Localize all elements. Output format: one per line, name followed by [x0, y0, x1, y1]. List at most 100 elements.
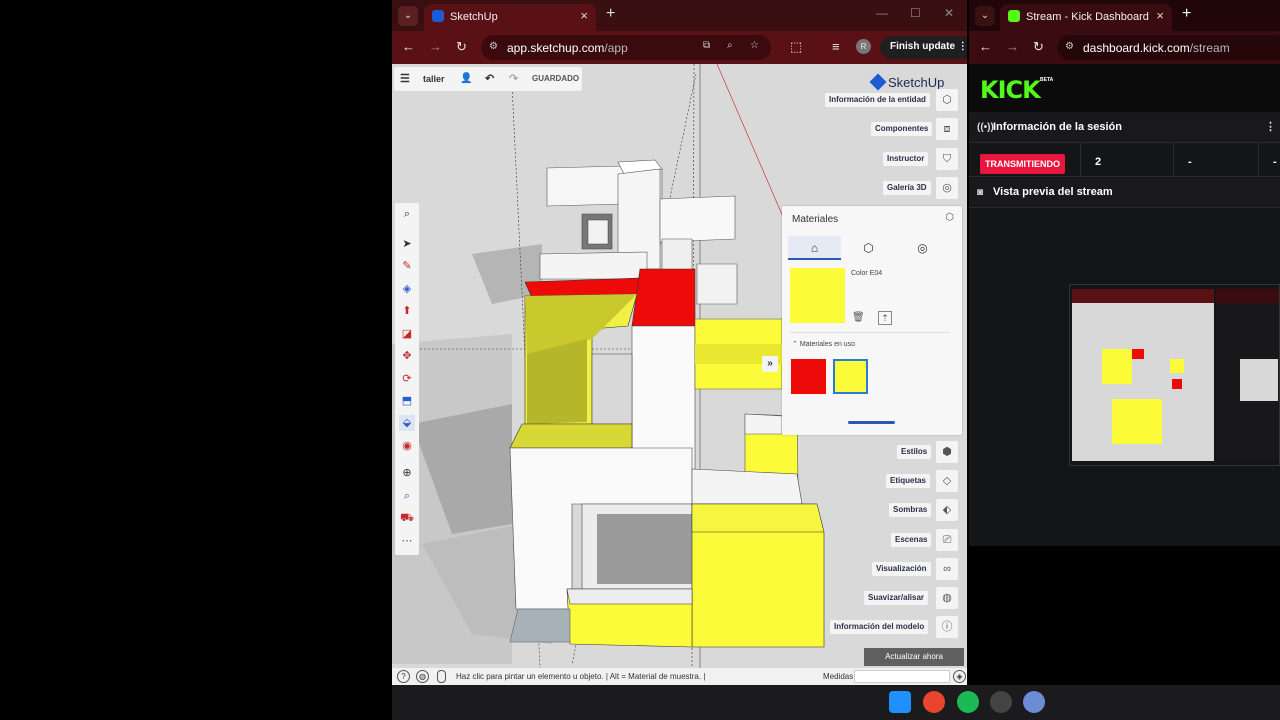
close-tab-icon[interactable]: ×	[580, 8, 588, 23]
tab-sketchup[interactable]: SketchUp ×	[424, 4, 596, 31]
instructor-label[interactable]: Instructor	[883, 152, 929, 166]
gallery-3d-icon[interactable]: ◎	[936, 177, 958, 199]
globe-icon[interactable]: ◍	[416, 670, 429, 683]
model-info-icon[interactable]: ⓘ	[936, 616, 958, 638]
live-status-badge: TRANSMITIENDO	[980, 154, 1065, 174]
zoom-tool-icon[interactable]: ⌕	[399, 488, 415, 504]
close-tab-icon[interactable]: ×	[1156, 8, 1164, 23]
pencil-tool-icon[interactable]: ✎	[399, 258, 415, 274]
scenes-icon[interactable]: ⎚	[936, 529, 958, 551]
reload-icon[interactable]: ↻	[456, 40, 467, 54]
address-bar[interactable]: ⚙ dashboard.kick.com/stream	[1057, 35, 1280, 60]
back-icon[interactable]: ←	[979, 40, 992, 54]
help-icon[interactable]: ?	[397, 670, 410, 683]
soften-label[interactable]: Suavizar/alisar	[864, 591, 929, 605]
materials-home-tab[interactable]: ⌂	[788, 236, 841, 260]
more-options-icon[interactable]: ⋮	[1265, 120, 1276, 133]
collapse-panel-button[interactable]: »	[762, 356, 778, 372]
address-bar[interactable]: ⚙ app.sketchup.com/app ⧉ ⌕ ☆	[481, 35, 771, 60]
undo-icon[interactable]: ↶	[485, 72, 494, 85]
kick-logo[interactable]: KICK	[980, 76, 1041, 104]
model-info-label[interactable]: Información del modelo	[830, 620, 929, 634]
materials-scrollbar[interactable]	[848, 421, 895, 424]
visualization-label[interactable]: Visualización	[872, 562, 931, 576]
push-pull-tool-icon[interactable]: ⬆	[399, 303, 415, 319]
user-icon[interactable]: 👤	[460, 73, 472, 84]
tab-title: SketchUp	[450, 11, 498, 23]
site-info-icon[interactable]: ⚙	[1065, 41, 1074, 52]
chrome-taskbar-icon[interactable]	[923, 691, 945, 713]
extensions-icon[interactable]: ⬚	[790, 40, 802, 54]
spotify-taskbar-icon[interactable]	[957, 691, 979, 713]
sketchup-viewport[interactable]: ☰ taller 👤 ↶ ↷ GUARDADO SketchUp ⌕ ➤ ✎ ◈…	[392, 64, 967, 668]
delete-material-icon[interactable]: 🗑	[852, 312, 865, 323]
tags-label[interactable]: Etiquetas	[886, 474, 931, 488]
update-now-button[interactable]: Actualizar ahora	[864, 648, 964, 666]
stream-preview-video[interactable]	[1069, 284, 1280, 466]
materials-panel-icon[interactable]: ⬡	[945, 212, 954, 223]
entity-info-label[interactable]: Información de la entidad	[825, 93, 930, 107]
selected-material-swatch[interactable]	[790, 268, 845, 323]
tape-tool-icon[interactable]: ◪	[399, 326, 415, 342]
eraser-tool-icon[interactable]: ◈	[399, 281, 415, 297]
profile-avatar[interactable]: R	[856, 39, 871, 54]
orbit-tool-icon[interactable]: ⊕	[399, 465, 415, 481]
scenes-label[interactable]: Escenas	[891, 533, 932, 547]
more-tools-icon[interactable]: ⋯	[399, 533, 415, 549]
close-window-icon[interactable]: ✕	[944, 6, 954, 20]
instructor-icon[interactable]: ⛉	[936, 148, 958, 170]
measurements-input[interactable]	[854, 670, 950, 683]
media-control-icon[interactable]: ≡	[832, 40, 840, 54]
bookmark-star-icon[interactable]: ☆	[750, 40, 759, 51]
section-tool-icon[interactable]: ◉	[399, 438, 415, 454]
rotate-tool-icon[interactable]: ⟳	[399, 371, 415, 387]
project-name[interactable]: taller	[423, 74, 445, 84]
forward-icon[interactable]: →	[1006, 40, 1019, 54]
new-tab-icon[interactable]: +	[1182, 5, 1191, 23]
scale-tool-icon[interactable]: ⬒	[399, 393, 415, 409]
materials-edit-tab[interactable]: ◎	[896, 236, 949, 260]
redo-icon[interactable]: ↷	[509, 72, 518, 85]
new-tab-icon[interactable]: +	[606, 5, 615, 23]
materials-browse-tab[interactable]: ⬡	[842, 236, 895, 260]
tab-kick-dashboard[interactable]: Stream - Kick Dashboard ×	[1000, 4, 1172, 31]
settings-taskbar-icon[interactable]	[1023, 691, 1045, 713]
tags-icon[interactable]: ◇	[936, 470, 958, 492]
sketchup-browser-window: ⌄ SketchUp × + — ☐ ✕ ← → ↻ ⚙ app.sketchu…	[392, 0, 967, 685]
walk-tool-icon[interactable]: ⛟	[399, 510, 415, 526]
install-app-icon[interactable]: ⧉	[703, 40, 710, 51]
select-tool-icon[interactable]: ➤	[399, 236, 415, 252]
maximize-icon[interactable]: ☐	[910, 6, 921, 20]
search-tool-icon[interactable]: ⌕	[399, 206, 415, 222]
chevron-up-icon[interactable]: ⌃	[792, 341, 798, 348]
menu-icon[interactable]: ☰	[400, 72, 410, 85]
entity-info-icon[interactable]: ⬡	[936, 89, 958, 111]
shadows-label[interactable]: Sombras	[889, 503, 932, 517]
styles-icon[interactable]: ⬢	[936, 441, 958, 463]
styles-label[interactable]: Estilos	[897, 445, 932, 459]
finish-update-button[interactable]: Finish update ⋮	[880, 36, 967, 59]
paint-bucket-tool-icon[interactable]: ⬙	[399, 415, 415, 431]
material-swatch-red[interactable]	[791, 359, 826, 394]
status-hint: Haz clic para pintar un elemento u objet…	[456, 672, 706, 681]
visualization-icon[interactable]: ∞	[936, 558, 958, 580]
tab-search-button[interactable]: ⌄	[398, 6, 418, 26]
minimize-icon[interactable]: —	[876, 6, 888, 20]
zoom-icon[interactable]: ⌕	[727, 40, 733, 51]
windows-start-icon[interactable]	[889, 691, 911, 713]
move-tool-icon[interactable]: ✥	[399, 348, 415, 364]
obs-taskbar-icon[interactable]	[990, 691, 1012, 713]
material-swatch-yellow[interactable]	[833, 359, 868, 394]
soften-icon[interactable]: ◍	[936, 587, 958, 609]
components-label[interactable]: Componentes	[871, 122, 933, 136]
back-icon[interactable]: ←	[402, 40, 415, 54]
site-info-icon[interactable]: ⚙	[489, 41, 498, 52]
gallery-3d-label[interactable]: Galería 3D	[883, 181, 931, 195]
components-icon[interactable]: ⧈	[936, 118, 958, 140]
reload-icon[interactable]: ↻	[1033, 40, 1044, 54]
export-material-icon[interactable]: ⇡	[878, 311, 892, 325]
shadows-icon[interactable]: ⬖	[936, 499, 958, 521]
kick-header: KICK BETA	[969, 64, 1280, 112]
tab-search-button[interactable]: ⌄	[975, 6, 995, 26]
forward-icon[interactable]: →	[429, 40, 442, 54]
